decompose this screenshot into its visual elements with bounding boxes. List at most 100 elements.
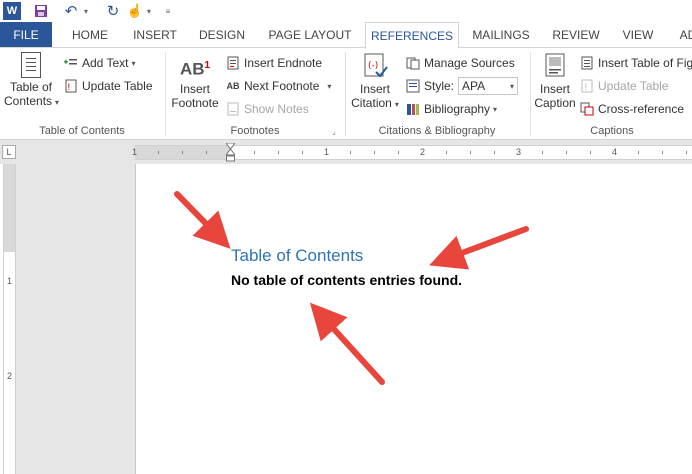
insert-citation-line1: Insert xyxy=(359,82,390,96)
group-separator xyxy=(530,52,531,136)
word-icon: W xyxy=(3,2,21,20)
toc-message[interactable]: No table of contents entries found. xyxy=(231,272,462,288)
tab-home[interactable]: HOME xyxy=(66,22,114,48)
tab-selector[interactable]: L xyxy=(2,145,16,159)
table-of-contents-icon xyxy=(21,52,41,78)
insert-endnote-label: Insert Endnote xyxy=(244,56,323,70)
insert-footnote-line2: Footnote xyxy=(171,96,219,110)
insert-endnote-button[interactable]: Insert Endnote xyxy=(226,53,322,73)
insert-caption-line2: Caption xyxy=(534,96,576,110)
manage-sources-icon xyxy=(406,56,420,70)
insert-endnote-icon xyxy=(226,56,240,70)
next-footnote-button[interactable]: AB Next Footnote ▾ xyxy=(226,76,332,96)
dialog-launcher-icon[interactable]: ⌟ xyxy=(332,127,336,136)
insert-table-of-figures-button[interactable]: Insert Table of Fig xyxy=(580,53,692,73)
style-dropdown[interactable]: APA ▾ xyxy=(458,77,519,95)
touch-dropdown-icon[interactable]: ▾ xyxy=(145,2,153,20)
indent-marker-icon[interactable] xyxy=(226,143,235,163)
update-table-figures-label: Update Table xyxy=(598,79,669,93)
style-value: APA xyxy=(462,79,486,93)
style-label: Style: xyxy=(424,79,455,93)
insert-caption-icon xyxy=(544,52,566,80)
table-of-figures-icon xyxy=(580,56,594,70)
cross-reference-icon xyxy=(580,102,594,116)
tab-references[interactable]: REFERENCES xyxy=(365,22,459,49)
svg-text:(-): (-) xyxy=(368,61,378,71)
tab-addins[interactable]: AD xyxy=(676,22,692,48)
footnote-icon: AB1 xyxy=(179,59,211,79)
insert-table-of-figures-label: Insert Table of Fig xyxy=(598,56,692,70)
horizontal-ruler[interactable]: 1 1 2 3 4 xyxy=(132,145,692,160)
chevron-down-icon: ▾ xyxy=(510,81,515,91)
update-table-label: Update Table xyxy=(82,79,153,93)
insert-caption-button[interactable]: Insert Caption xyxy=(533,52,577,110)
ruler-number: 1 xyxy=(324,147,330,157)
undo-dropdown-icon[interactable]: ▾ xyxy=(82,2,90,20)
bibliography-icon xyxy=(406,102,420,116)
svg-text:!: ! xyxy=(584,83,588,93)
redo-icon[interactable]: ↻ xyxy=(104,2,122,20)
style-icon xyxy=(406,79,420,93)
insert-citation-line2: Citation xyxy=(351,96,392,110)
chevron-down-icon: ▾ xyxy=(493,104,498,114)
add-text-icon xyxy=(64,56,78,70)
tab-view[interactable]: VIEW xyxy=(616,22,660,48)
update-table-button[interactable]: ! Update Table xyxy=(64,76,153,96)
group-label-citations-bibliography: Citations & Bibliography xyxy=(378,125,496,137)
insert-citation-icon: (-) xyxy=(362,52,388,80)
save-icon[interactable] xyxy=(33,2,49,20)
tab-mailings[interactable]: MAILINGS xyxy=(468,22,534,48)
ruler-number: 1 xyxy=(132,147,138,157)
vertical-ruler-number: 2 xyxy=(6,371,12,381)
update-table-icon: ! xyxy=(64,79,78,93)
table-of-contents-button[interactable]: Table of Contents ▾ xyxy=(4,52,60,110)
svg-text:!: ! xyxy=(67,83,71,93)
toc-button-line1: Table of xyxy=(9,80,53,94)
ruler-number: 3 xyxy=(516,147,522,157)
tab-page-layout[interactable]: PAGE LAYOUT xyxy=(264,22,356,48)
customize-icon[interactable]: ≡ xyxy=(164,2,172,20)
vertical-ruler-number: 1 xyxy=(6,276,12,286)
toc-button-line2: Contents xyxy=(4,94,53,108)
vertical-ruler[interactable]: 1 2 xyxy=(3,164,16,474)
group-separator xyxy=(345,52,346,136)
show-notes-button[interactable]: Show Notes xyxy=(226,99,309,119)
manage-sources-label: Manage Sources xyxy=(424,56,515,70)
ruler-number: 2 xyxy=(420,147,426,157)
quick-access-toolbar: W ↶ ▾ ↻ ☝ ▾ ≡ xyxy=(0,0,692,22)
undo-icon[interactable]: ↶ xyxy=(62,2,80,20)
tab-design[interactable]: DESIGN xyxy=(196,22,248,48)
citation-style-select[interactable]: Style: APA ▾ xyxy=(406,76,519,96)
add-text-button[interactable]: Add Text ▾ xyxy=(64,53,136,73)
insert-footnote-button[interactable]: AB1 Insert Footnote xyxy=(168,52,222,110)
group-label-captions: Captions xyxy=(590,125,634,137)
toc-heading[interactable]: Table of Contents xyxy=(231,246,363,266)
tab-file[interactable]: FILE xyxy=(0,22,52,48)
insert-citation-button[interactable]: (-) Insert Citation ▾ xyxy=(348,52,402,112)
bibliography-label: Bibliography xyxy=(424,102,491,116)
ribbon: Table of Contents ▾ Add Text ▾ ! Update Ta… xyxy=(0,47,692,140)
vertical-ruler-margin xyxy=(4,164,15,252)
chevron-down-icon: ▾ xyxy=(131,58,136,68)
cross-reference-label: Cross-reference xyxy=(598,102,685,116)
ruler-number: 4 xyxy=(612,147,618,157)
insert-caption-line1: Insert xyxy=(539,82,570,96)
update-table-figures-button[interactable]: ! Update Table xyxy=(580,76,669,96)
update-table-figures-icon: ! xyxy=(580,79,594,93)
show-notes-icon xyxy=(226,102,240,116)
chevron-down-icon: ▾ xyxy=(394,100,399,109)
tab-review[interactable]: REVIEW xyxy=(548,22,604,48)
chevron-down-icon: ▾ xyxy=(327,81,332,91)
insert-footnote-line1: Insert xyxy=(179,82,210,96)
chevron-down-icon: ▾ xyxy=(55,98,60,107)
cross-reference-button[interactable]: Cross-reference xyxy=(580,99,684,119)
tab-insert[interactable]: INSERT xyxy=(130,22,180,48)
group-label-footnotes: Footnotes xyxy=(230,125,280,137)
touch-mode-icon[interactable]: ☝ xyxy=(127,2,143,20)
manage-sources-button[interactable]: Manage Sources xyxy=(406,53,515,73)
document-page[interactable] xyxy=(135,164,692,474)
bibliography-button[interactable]: Bibliography ▾ xyxy=(406,99,497,119)
group-separator xyxy=(165,52,166,136)
show-notes-label: Show Notes xyxy=(244,102,309,116)
ribbon-tabs: FILE HOME INSERT DESIGN PAGE LAYOUT REFE… xyxy=(0,22,692,49)
